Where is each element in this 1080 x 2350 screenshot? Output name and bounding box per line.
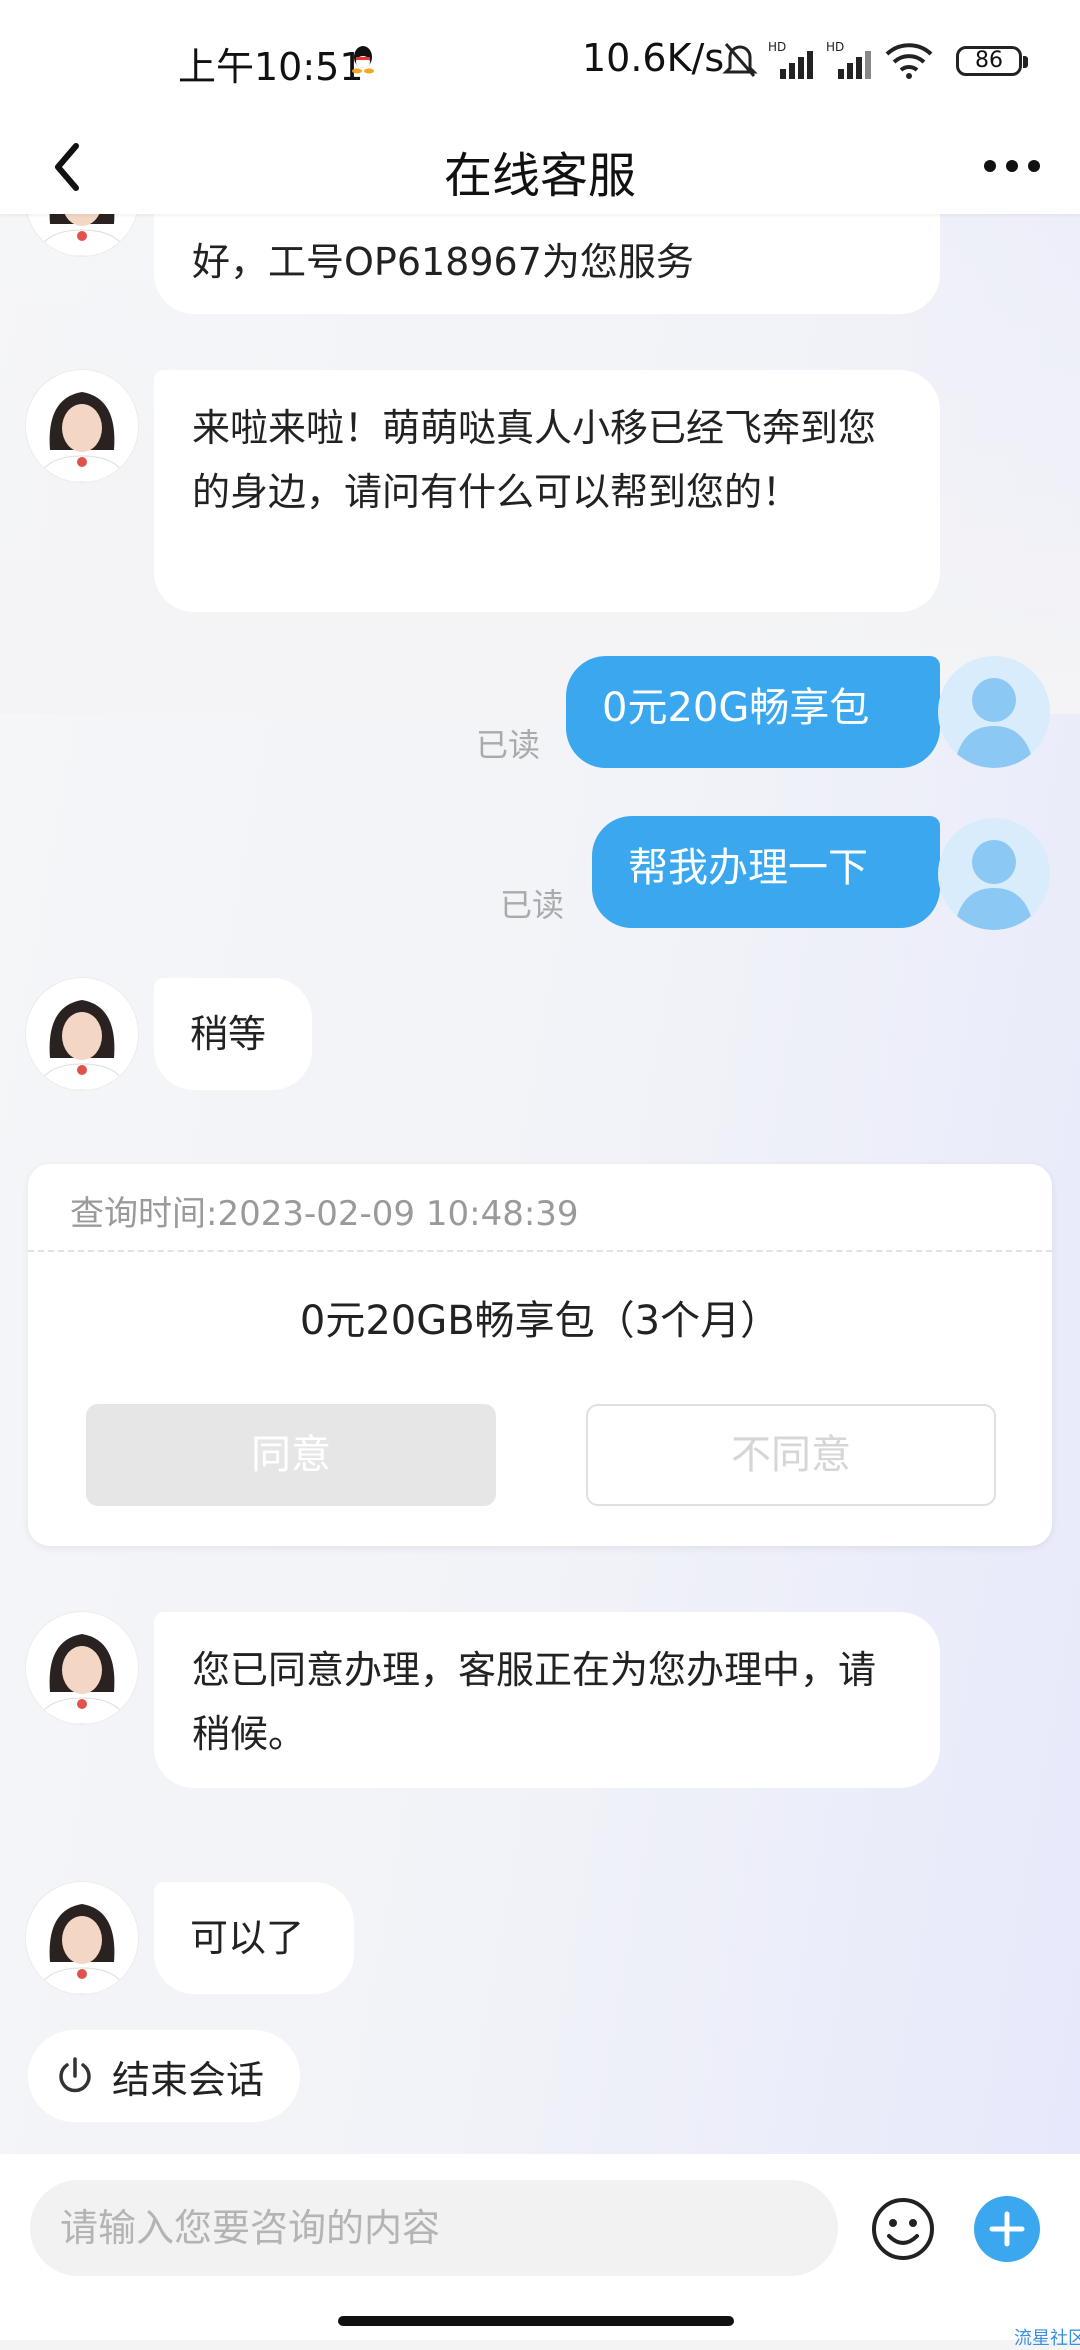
disagree-button[interactable]: 不同意 <box>586 1404 996 1506</box>
agent-message: 来啦来啦！萌萌哒真人小移已经飞奔到您的身边，请问有什么可以帮到您的！ <box>154 370 940 612</box>
watermark: 流星社区 <box>1014 2328 1080 2349</box>
agent-avatar <box>26 1882 138 1994</box>
product-name: 0元20GB畅享包（3个月） <box>299 1298 781 1344</box>
message-input[interactable] <box>30 2180 838 2276</box>
plus-icon[interactable] <box>974 2196 1040 2262</box>
query-time: 查询时间:2023-02-09 10:48:39 <box>70 1194 579 1234</box>
more-dots-icon[interactable] <box>980 146 1044 186</box>
agent-message: 可以了 <box>154 1882 354 1994</box>
user-message: 帮我办理一下 <box>592 816 940 928</box>
svg-text:HD: HD <box>768 40 786 54</box>
agent-avatar <box>26 214 138 256</box>
agent-message: 您已同意办理，客服正在为您办理中，请稍候。 <box>154 1612 940 1788</box>
network-speed: 10.6K/s <box>582 36 725 80</box>
read-status: 已读 <box>500 886 565 924</box>
message-text: 0元20G畅享包 <box>602 685 870 731</box>
wifi-icon <box>885 43 933 79</box>
agent-avatar <box>26 978 138 1090</box>
read-status: 已读 <box>476 726 541 764</box>
end-session-button[interactable]: 结束会话 <box>28 2030 301 2122</box>
end-session-label: 结束会话 <box>112 2057 265 2102</box>
emoji-icon[interactable] <box>870 2196 936 2262</box>
nav-bar: 在线客服 <box>0 120 1080 214</box>
status-time: 上午10:51 <box>178 45 364 89</box>
status-icons: HD HD <box>722 38 934 82</box>
input-bar: 流星社区 <box>0 2154 1080 2349</box>
message-text: 可以了 <box>190 1916 305 1960</box>
message-text: 来啦来啦！萌萌哒真人小移已经飞奔到您的身边，请问有什么可以帮到您的！ <box>192 406 877 514</box>
chat-area[interactable]: 好，工号OP618967为您服务 来啦来啦！萌萌哒真人小移已经飞奔到您的身边，请… <box>0 214 1080 2154</box>
mute-bell-icon <box>722 43 758 77</box>
agent-avatar <box>26 1612 138 1724</box>
user-message: 0元20G畅享包 <box>566 656 940 768</box>
status-bar: 上午10:51 10.6K/s HD HD 86 <box>0 0 1080 120</box>
user-avatar <box>938 818 1050 930</box>
battery-icon: 86 <box>956 46 1028 76</box>
agent-message: 好，工号OP618967为您服务 <box>154 214 940 314</box>
home-indicator[interactable] <box>338 2316 734 2326</box>
agree-button[interactable]: 同意 <box>86 1404 496 1506</box>
agent-avatar <box>26 370 138 482</box>
message-text: 帮我办理一下 <box>628 845 868 891</box>
power-icon <box>59 2057 91 2093</box>
svg-text:HD: HD <box>826 40 844 54</box>
confirm-card: 查询时间:2023-02-09 10:48:39 0元20GB畅享包（3个月） … <box>28 1164 1052 1546</box>
hd-signal-icon: HD <box>768 40 813 79</box>
agent-message: 稍等 <box>154 978 312 1090</box>
user-avatar <box>938 656 1050 768</box>
hd-signal-icon: HD <box>826 40 871 79</box>
message-text: 您已同意办理，客服正在为您办理中，请稍候。 <box>192 1648 877 1756</box>
divider <box>28 1250 1052 1252</box>
qq-icon <box>352 46 374 74</box>
page-title: 在线客服 <box>443 148 636 204</box>
message-text: 稍等 <box>190 1012 267 1056</box>
message-text: 好，工号OP618967为您服务 <box>192 240 694 284</box>
